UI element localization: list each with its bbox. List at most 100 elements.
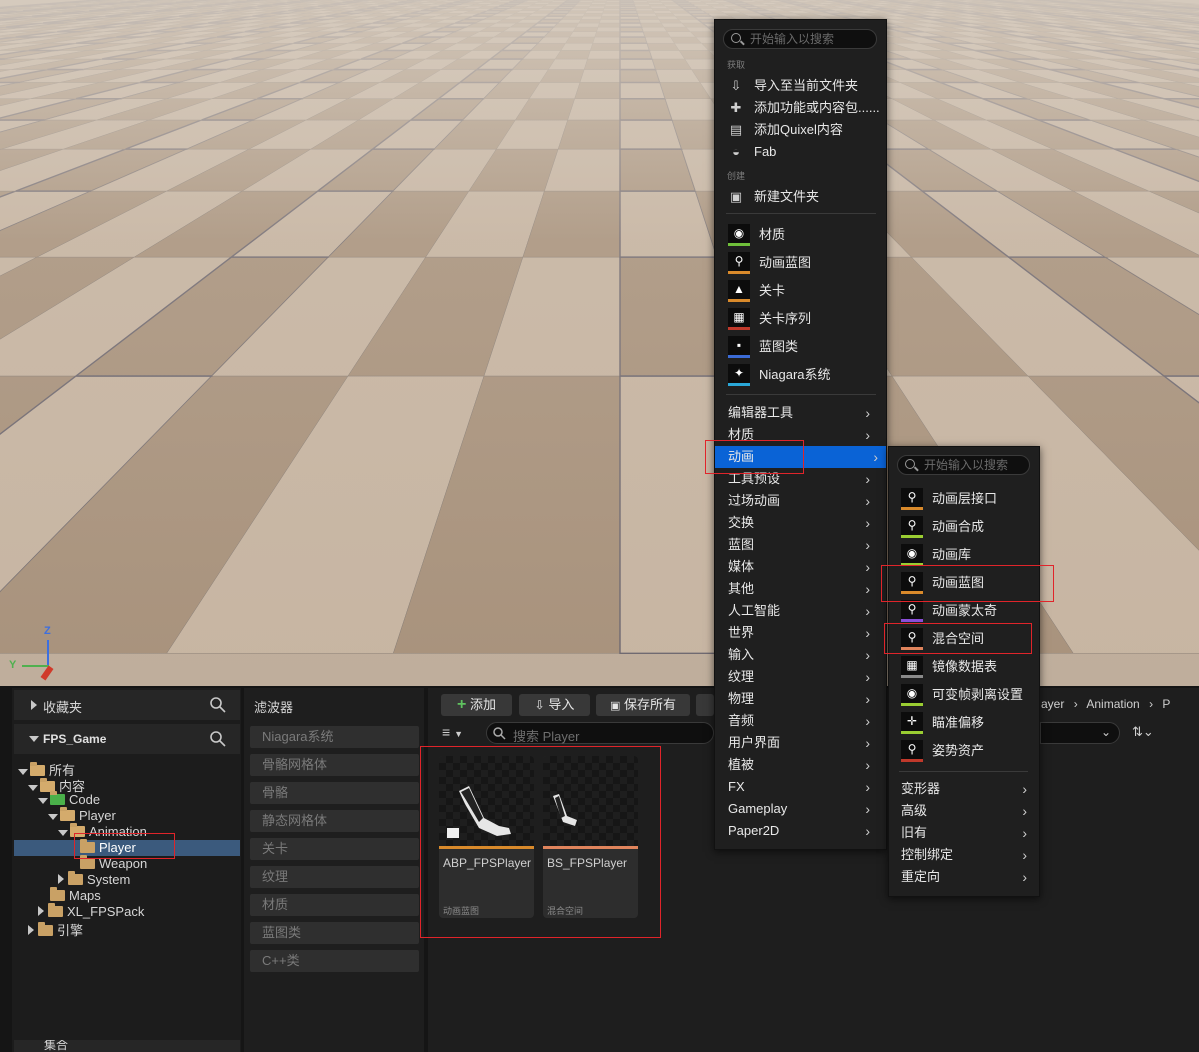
menu-category-6[interactable]: 蓝图 › (726, 534, 878, 556)
menu-category-1[interactable]: 材质 › (726, 424, 878, 446)
submenu-item-mirror-table[interactable]: ▦ 镜像数据表 (901, 656, 1031, 678)
asset-type-bar (543, 846, 638, 849)
submenu-category-1[interactable]: 高级 › (899, 800, 1035, 822)
asset-tile-abp[interactable]: ABP_FPSPlayer 动画蓝图 (439, 756, 534, 918)
chevron-right-icon: › (865, 757, 870, 773)
filter-niagara[interactable]: Niagara系统 (250, 726, 419, 748)
folder-open-icon (70, 823, 85, 837)
filter-level[interactable]: 关卡 (250, 838, 419, 860)
submenu-category-0[interactable]: 变形器 › (899, 778, 1035, 800)
menu-category-5[interactable]: 交换 › (726, 512, 878, 534)
breadcrumb-item[interactable]: ayer (1041, 697, 1064, 711)
asset-tile-bs[interactable]: BS_FPSPlayer 混合空间 (543, 756, 638, 918)
breadcrumb-item[interactable]: P (1162, 697, 1170, 711)
submenu-item-frame-strip[interactable]: ◉ 可变帧剥离设置 (901, 684, 1031, 706)
filter-skeleton[interactable]: 骨骼 (250, 782, 419, 804)
submenu-item-anim-blueprint[interactable]: ⚲ 动画蓝图 (901, 572, 1031, 594)
search-dropdown[interactable]: ⌄ (1040, 722, 1120, 744)
menu-category-17[interactable]: FX › (726, 776, 878, 798)
menu-category-19[interactable]: Paper2D › (726, 820, 878, 842)
filter-dropdown-button[interactable]: ≡ ▼ (442, 722, 478, 742)
tree-item-player[interactable]: Player (48, 807, 116, 823)
menu-category-13[interactable]: 物理 › (726, 688, 878, 710)
menu-category-3[interactable]: 工具预设 › (726, 468, 878, 490)
submenu-item-anim-layer-interface[interactable]: ⚲ 动画层接口 (901, 488, 1031, 510)
chevron-right-icon: › (1149, 697, 1154, 711)
submenu-item-anim-composite[interactable]: ⚲ 动画合成 (901, 516, 1031, 538)
submenu-item-label: 镜像数据表 (932, 659, 998, 674)
menu-category-10[interactable]: 世界 › (726, 622, 878, 644)
menu-category-label: FX (728, 779, 745, 794)
tree-item-engine[interactable]: 引擎 (28, 920, 83, 939)
save-all-button[interactable]: ▣ 保存所有 (596, 694, 690, 716)
menu-category-9[interactable]: 人工智能 › (726, 600, 878, 622)
tree-item-system[interactable]: System (58, 871, 130, 887)
submenu-item-aim-offset[interactable]: ✛ 瞄准偏移 (901, 712, 1031, 734)
tree-item-weapon[interactable]: Weapon (80, 855, 147, 871)
filter-static-mesh[interactable]: 静态网格体 (250, 810, 419, 832)
menu-create-anim-blueprint[interactable]: ⚲ 动画蓝图 (728, 252, 878, 274)
project-header[interactable]: FPS_Game (14, 724, 240, 754)
menu-category-4[interactable]: 过场动画 › (726, 490, 878, 512)
tree-item-code[interactable]: Code (38, 791, 100, 807)
menu-category-12[interactable]: 纹理 › (726, 666, 878, 688)
asset-thumbnail (439, 756, 534, 846)
menu-create-blueprint-class[interactable]: ▪ 蓝图类 (728, 336, 878, 358)
import-button[interactable]: ⇩ 导入 (519, 694, 590, 716)
filter-material[interactable]: 材质 (250, 894, 419, 916)
add-button[interactable]: + 添加 (441, 694, 512, 716)
submenu-category-3[interactable]: 控制绑定 › (899, 844, 1035, 866)
menu-fab[interactable]: ◒ Fab (726, 141, 878, 163)
tree-item-xl-fpspack[interactable]: XL_FPSPack (38, 903, 144, 919)
menu-category-7[interactable]: 媒体 › (726, 556, 878, 578)
menu-category-label: 工具预设 (728, 471, 781, 486)
filter-texture[interactable]: 纹理 (250, 866, 419, 888)
menu-category-18[interactable]: Gameplay › (726, 798, 878, 820)
chevron-down-icon: ▼ (454, 729, 463, 739)
chevron-right-icon: › (865, 427, 870, 443)
filter-skeletal-mesh[interactable]: 骨骼网格体 (250, 754, 419, 776)
submenu-item-pose-asset[interactable]: ⚲ 姿势资产 (901, 740, 1031, 762)
tree-item-maps[interactable]: Maps (50, 887, 101, 903)
menu-create-level-sequence[interactable]: ▦ 关卡序列 (728, 308, 878, 330)
expand-favorites-icon[interactable] (31, 700, 37, 710)
menu-category-0[interactable]: 编辑器工具 › (726, 402, 878, 424)
tree-item-player-animation[interactable]: Player (80, 839, 136, 855)
search-project-icon[interactable] (210, 731, 226, 747)
menu-separator (899, 771, 1028, 772)
menu-create-level[interactable]: ▲ 关卡 (728, 280, 878, 302)
submenu-category-4[interactable]: 重定向 › (899, 866, 1035, 888)
menu-category-2[interactable]: 动画 › (715, 446, 886, 468)
submenu-category-2[interactable]: 旧有 › (899, 822, 1035, 844)
submenu-item-blend-space[interactable]: ⚲ 混合空间 (901, 628, 1031, 650)
menu-create-niagara[interactable]: ✦ Niagara系统 (728, 364, 878, 386)
tree-item-animation[interactable]: Animation (58, 823, 147, 839)
filter-blueprint-class[interactable]: 蓝图类 (250, 922, 419, 944)
menu-add-feature-pack[interactable]: ✚ 添加功能或内容包...... (726, 97, 880, 119)
menu-category-8[interactable]: 其他 › (726, 578, 878, 600)
submenu-item-anim-montage[interactable]: ⚲ 动画蒙太奇 (901, 600, 1031, 622)
submenu-item-label: 动画蒙太奇 (932, 603, 998, 618)
submenu-search-input[interactable]: 开始输入以搜索 (897, 455, 1030, 475)
menu-category-15[interactable]: 用户界面 › (726, 732, 878, 754)
breadcrumb-item[interactable]: Animation (1086, 697, 1139, 711)
search-favorites-icon[interactable] (210, 697, 226, 713)
menu-new-folder[interactable]: ▣ 新建文件夹 (726, 186, 878, 208)
chevron-right-icon: › (865, 713, 870, 729)
collections-header[interactable]: 集合 (14, 1040, 240, 1052)
sort-options-icon[interactable]: ⇅⌄ (1132, 724, 1154, 740)
menu-add-quixel[interactable]: ▤ 添加Quixel内容 (726, 119, 878, 141)
menu-create-material[interactable]: ◉ 材质 (728, 224, 878, 246)
menu-category-label: 其他 (728, 581, 755, 596)
filter-cpp-class[interactable]: C++类 (250, 950, 419, 972)
menu-category-16[interactable]: 植被 › (726, 754, 878, 776)
favorites-header[interactable]: 收藏夹 (14, 690, 240, 720)
menu-category-14[interactable]: 音频 › (726, 710, 878, 732)
menu-import-to-folder[interactable]: ⇩ 导入至当前文件夹 (726, 75, 878, 97)
submenu-item-anim-library[interactable]: ◉ 动画库 (901, 544, 1031, 566)
menu-search-input[interactable]: 开始输入以搜索 (723, 29, 877, 49)
more-toolbar-button[interactable] (696, 694, 714, 716)
menu-category-11[interactable]: 输入 › (726, 644, 878, 666)
asset-search-input[interactable]: 搜索 Player (486, 722, 714, 744)
collapse-project-icon[interactable] (29, 736, 39, 742)
